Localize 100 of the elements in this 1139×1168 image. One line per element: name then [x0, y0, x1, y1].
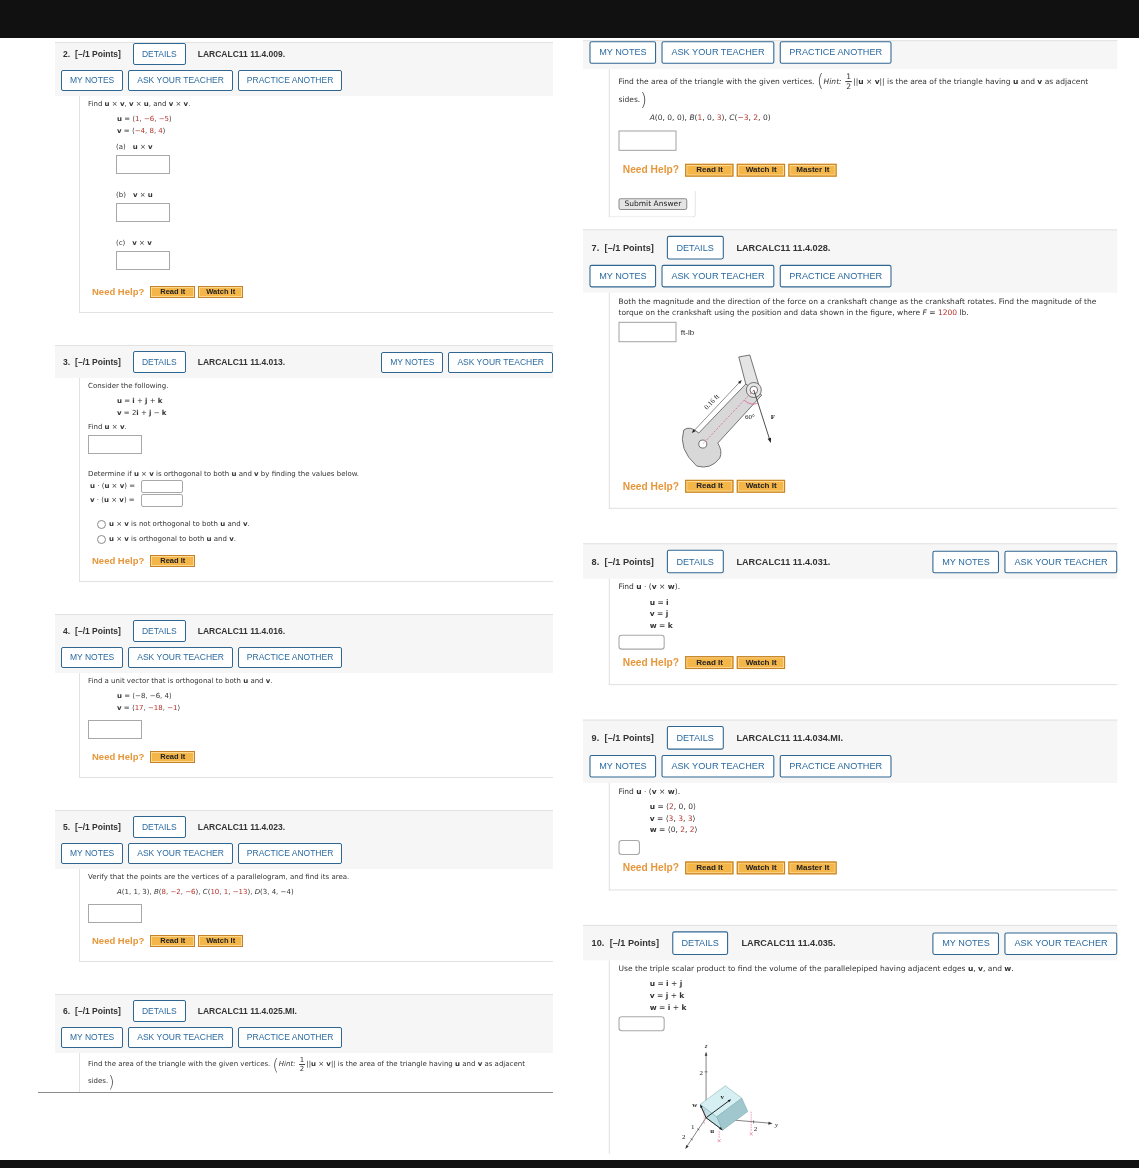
help-label: Need Help?	[622, 479, 679, 493]
ask-teacher-button[interactable]: ASK YOUR TEACHER	[128, 70, 233, 91]
points-label: [–/1 Points]	[609, 936, 659, 950]
points-label: [–/1 Points]	[604, 554, 654, 569]
x-axis	[685, 1117, 707, 1149]
ask-teacher-button[interactable]: ASK YOUR TEACHER	[128, 1027, 233, 1048]
notes-button[interactable]: MY NOTES	[932, 550, 1000, 573]
force-arrow	[753, 389, 772, 444]
read-it-button[interactable]: Read It	[685, 656, 734, 670]
answer-field[interactable]	[618, 634, 665, 650]
center-line	[702, 389, 755, 445]
details-button[interactable]: DETAILS	[666, 549, 724, 574]
answer-field[interactable]	[141, 494, 183, 507]
watch-it-button[interactable]: Watch It	[737, 479, 786, 493]
practice-another-button[interactable]: PRACTICE ANOTHER	[237, 1027, 343, 1048]
notes-button[interactable]: MY NOTES	[589, 41, 657, 64]
details-button[interactable]: DETAILS	[132, 1000, 186, 1022]
master-it-button[interactable]: Master It	[788, 861, 837, 875]
points-label: [–/1 Points]	[75, 47, 121, 61]
notes-button[interactable]: MY NOTES	[381, 351, 444, 373]
help-label: Need Help?	[622, 861, 679, 875]
notes-button[interactable]: MY NOTES	[61, 1027, 124, 1048]
ask-teacher-button[interactable]: ASK YOUR TEACHER	[448, 351, 553, 373]
unit-label: ft-lb	[680, 326, 695, 339]
answer-field[interactable]	[618, 1016, 665, 1032]
details-button[interactable]: DETAILS	[132, 620, 186, 642]
dimension-arrow	[691, 380, 742, 434]
points-label: [–/1 Points]	[604, 240, 654, 255]
watch-it-button[interactable]: Watch It	[737, 861, 786, 875]
answer-field[interactable]	[618, 839, 640, 855]
practice-another-button[interactable]: PRACTICE ANOTHER	[779, 264, 892, 288]
practice-another-button[interactable]: PRACTICE ANOTHER	[237, 70, 343, 91]
watch-it-button[interactable]: Watch It	[737, 656, 786, 670]
watch-it-button[interactable]: Watch It	[737, 163, 786, 177]
question-number: 4.	[62, 624, 71, 638]
help-label: Need Help?	[92, 555, 145, 567]
details-button[interactable]: DETAILS	[671, 931, 729, 955]
points-label: [–/1 Points]	[75, 1004, 121, 1018]
ask-teacher-button[interactable]: ASK YOUR TEACHER	[1004, 550, 1118, 573]
points-label: [–/1 Points]	[75, 355, 121, 369]
answer-field[interactable]	[88, 435, 142, 454]
problem-code: LARCALC11 11.4.031.	[736, 554, 831, 569]
answer-field[interactable]	[88, 720, 142, 739]
ask-teacher-button[interactable]: ASK YOUR TEACHER	[661, 41, 775, 64]
help-label: Need Help?	[92, 935, 145, 947]
ask-teacher-button[interactable]: ASK YOUR TEACHER	[1004, 931, 1118, 955]
details-button[interactable]: DETAILS	[666, 235, 724, 260]
answer-field[interactable]	[618, 321, 677, 343]
projection-marker	[717, 1130, 721, 1143]
problem-code: LARCALC11 11.4.009.	[197, 47, 286, 61]
problem-code: LARCALC11 11.4.016.	[197, 624, 286, 638]
answer-field[interactable]	[116, 203, 170, 222]
notes-button[interactable]: MY NOTES	[61, 843, 124, 864]
read-it-button[interactable]: Read It	[685, 861, 734, 875]
parallelepiped-solid	[699, 1085, 749, 1131]
answer-field[interactable]	[116, 155, 170, 174]
practice-another-button[interactable]: PRACTICE ANOTHER	[237, 843, 343, 864]
problem-code: LARCALC11 11.4.035.	[741, 936, 836, 950]
help-label: Need Help?	[92, 751, 145, 763]
answer-field[interactable]	[141, 480, 183, 493]
practice-another-button[interactable]: PRACTICE ANOTHER	[779, 41, 892, 64]
ask-teacher-button[interactable]: ASK YOUR TEACHER	[128, 843, 233, 864]
notes-button[interactable]: MY NOTES	[589, 264, 657, 288]
read-it-button[interactable]: Read It	[685, 163, 734, 177]
problem-code: LARCALC11 11.4.028.	[736, 240, 831, 255]
notes-button[interactable]: MY NOTES	[932, 931, 1000, 955]
question-number: 6.	[62, 1004, 71, 1018]
question-number: 5.	[62, 820, 71, 834]
answer-field[interactable]	[88, 904, 142, 923]
question-number: 3.	[62, 355, 71, 369]
practice-another-button[interactable]: PRACTICE ANOTHER	[779, 755, 892, 778]
answer-field[interactable]	[116, 251, 170, 270]
details-button[interactable]: DETAILS	[666, 726, 724, 750]
problem-code: LARCALC11 11.4.034.MI.	[736, 731, 844, 745]
points-label: [–/1 Points]	[604, 731, 654, 745]
details-button[interactable]: DETAILS	[132, 351, 186, 373]
details-button[interactable]: DETAILS	[132, 43, 186, 65]
ask-teacher-button[interactable]: ASK YOUR TEACHER	[661, 264, 775, 288]
answer-field[interactable]	[618, 130, 677, 151]
notes-button[interactable]: MY NOTES	[589, 755, 657, 778]
help-label: Need Help?	[622, 163, 679, 177]
help-label: Need Help?	[92, 286, 145, 298]
notes-button[interactable]: MY NOTES	[61, 70, 124, 91]
ask-teacher-button[interactable]: ASK YOUR TEACHER	[661, 755, 775, 778]
points-label: [–/1 Points]	[75, 624, 121, 638]
master-it-button[interactable]: Master It	[788, 163, 837, 177]
ask-teacher-button[interactable]: ASK YOUR TEACHER	[128, 647, 233, 668]
angle-arc	[743, 399, 759, 405]
problem-code: LARCALC11 11.4.013.	[197, 355, 286, 369]
projection-marker	[749, 1111, 753, 1136]
details-button[interactable]: DETAILS	[132, 816, 186, 838]
radio-button[interactable]	[97, 534, 106, 544]
points-label: [–/1 Points]	[75, 820, 121, 834]
question-number: 2.	[62, 47, 71, 61]
question-number: 9.	[590, 731, 600, 745]
notes-button[interactable]: MY NOTES	[61, 647, 124, 668]
practice-another-button[interactable]: PRACTICE ANOTHER	[237, 647, 343, 668]
read-it-button[interactable]: Read It	[685, 479, 734, 493]
guide-line	[703, 1109, 705, 1125]
radio-button[interactable]	[97, 519, 106, 529]
